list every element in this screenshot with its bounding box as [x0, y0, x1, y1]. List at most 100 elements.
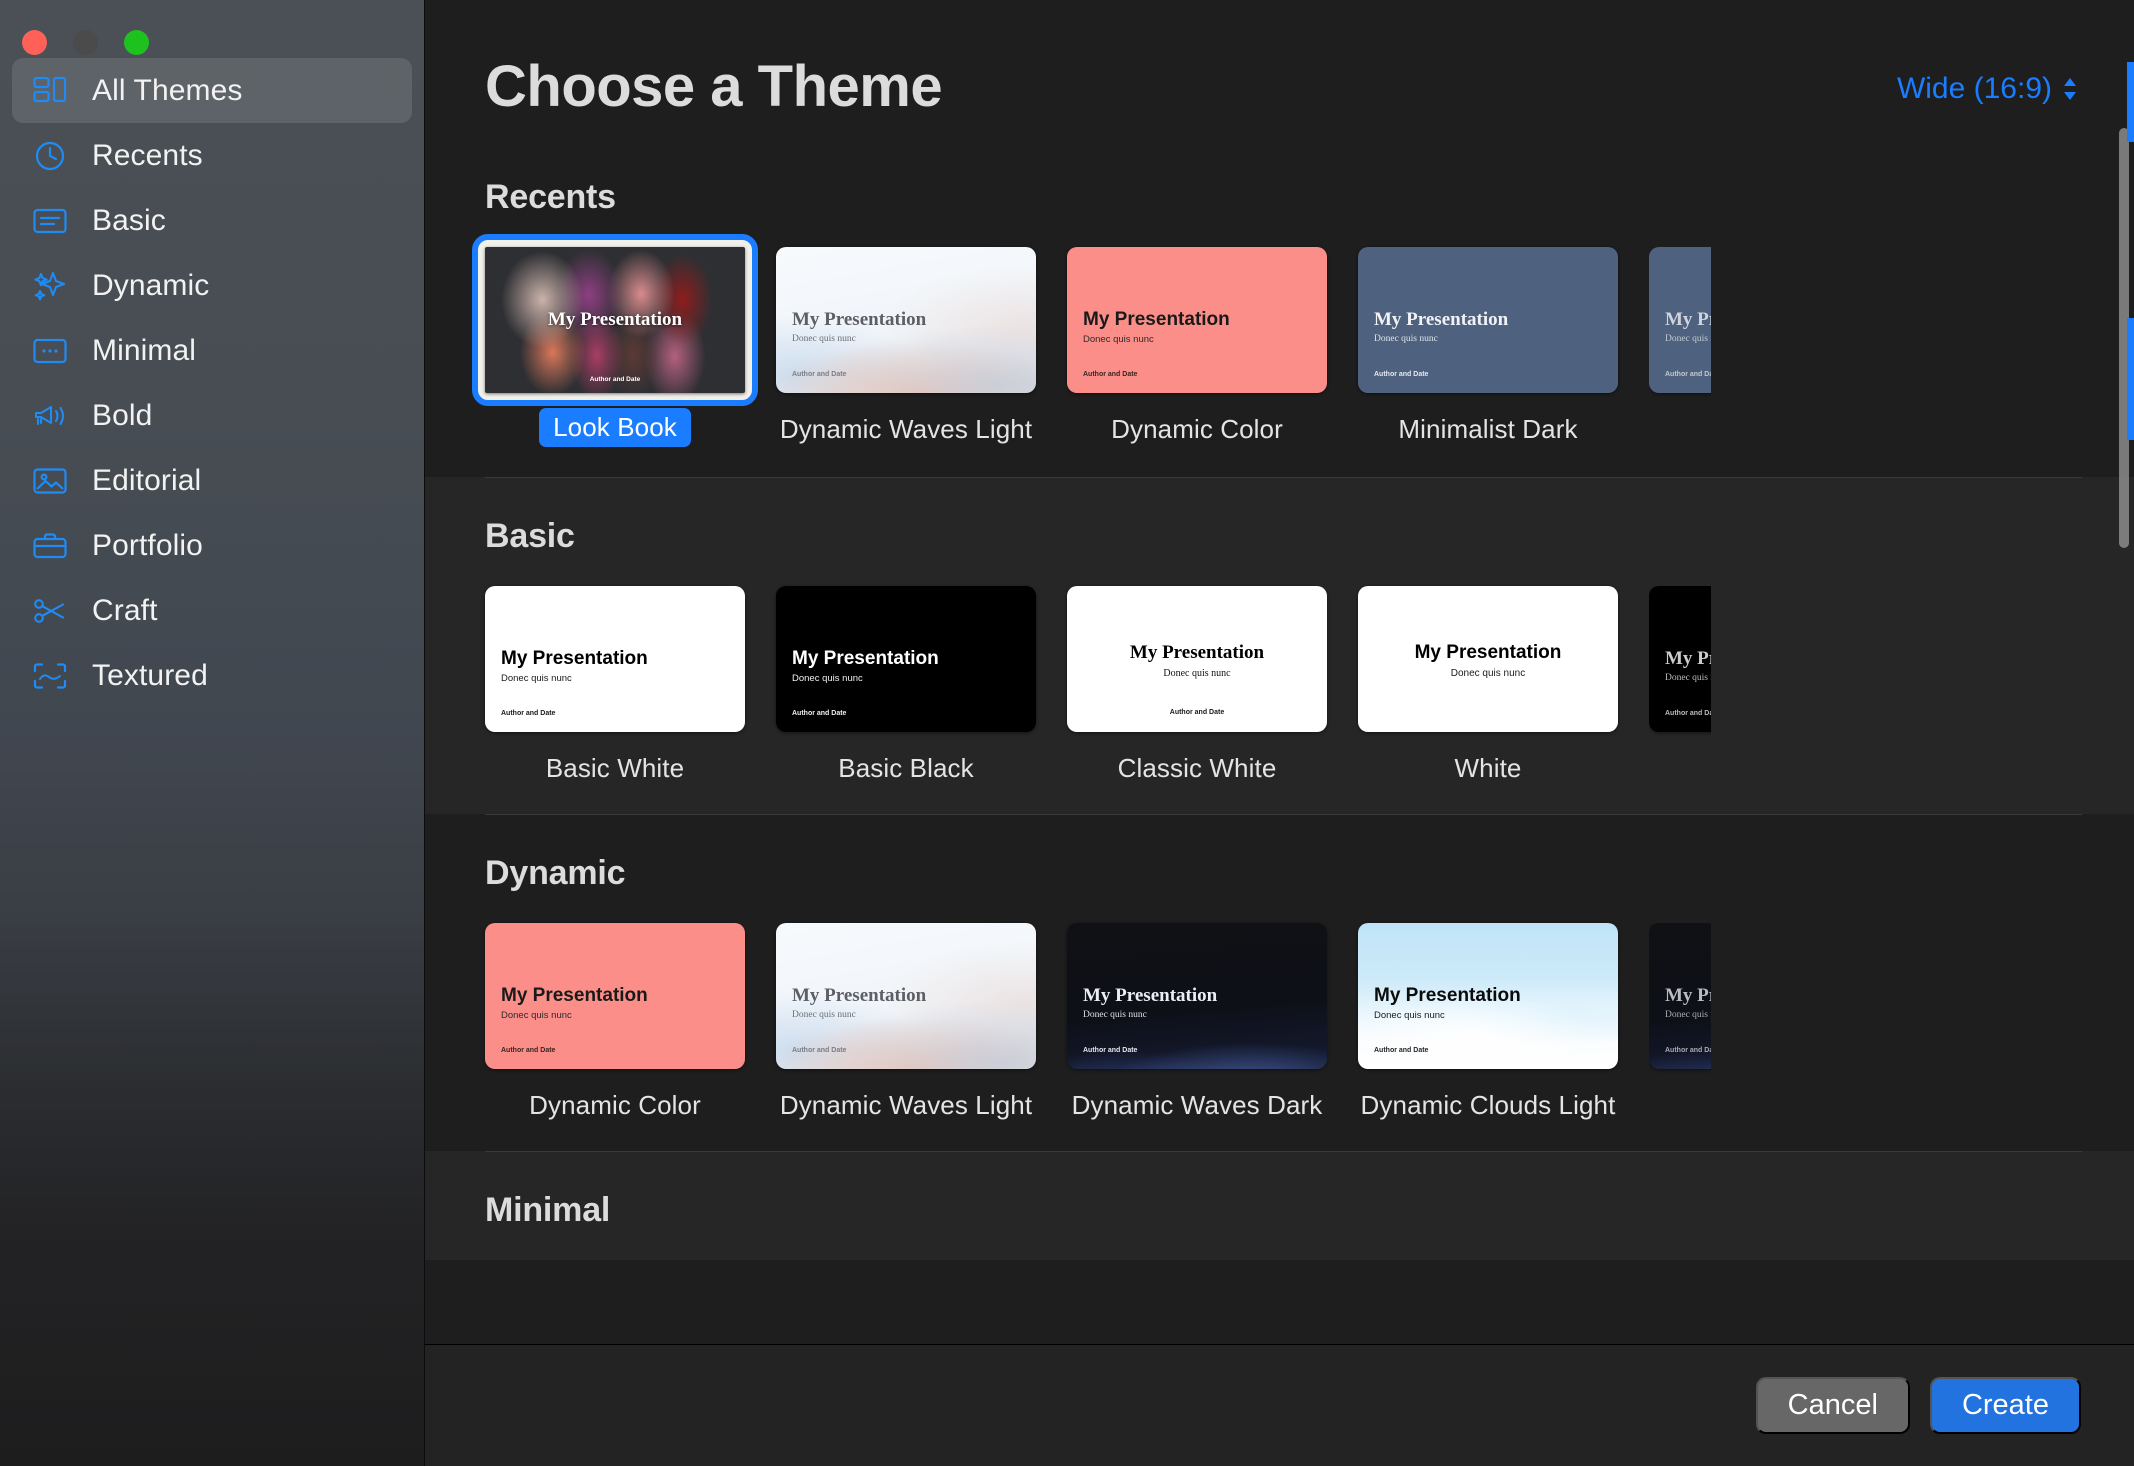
slide-subtitle: Donec quis nunc [1083, 1010, 1147, 1020]
slide-title: My Presentation [1083, 309, 1230, 330]
theme-row: My Presentation Donec quis nunc Author and… [485, 586, 2134, 814]
theme-thumbnail: My Presentation Donec quis nunc Author and… [776, 247, 1036, 393]
theme-tile[interactable]: My Presentation Donec quis nunc Author and… [1067, 247, 1327, 447]
aspect-ratio-select[interactable]: Wide (16:9) [1897, 72, 2079, 106]
theme-thumbnail-wrapper: My Presentation Donec quis nunc [1358, 586, 1618, 732]
theme-thumbnail-wrapper: My Presentation Donec quis nunc Author and… [1067, 586, 1327, 732]
edge-scroll-indicator-bottom[interactable] [2127, 318, 2134, 440]
slide-title: My Presentation [501, 985, 648, 1006]
theme-tile[interactable]: My Presentation Donec quis nunc Author and… [776, 586, 1036, 784]
theme-thumbnail: My Presentation Donec quis nunc Author and… [1649, 247, 1711, 393]
theme-name: Minimalist Dark [1398, 414, 1578, 444]
slide-title: My Presentation [1414, 642, 1562, 664]
slide-author: Author and Date [501, 710, 556, 717]
slide-author: Author and Date [1083, 371, 1138, 378]
theme-thumbnail-wrapper: My Presentation Donec quis nunc Author and… [1649, 247, 1711, 393]
theme-section-recents: Recents My Presentation Author and Date Loo… [425, 138, 2134, 477]
slide-preview: My Presentation Donec quis nunc Author and… [776, 586, 1036, 732]
theme-thumbnail-wrapper: My Presentation Donec quis nunc Author and… [485, 586, 745, 732]
slide-preview: My Presentation Author and Date [485, 247, 745, 393]
minimize-window-button[interactable] [73, 30, 98, 55]
slide-subtitle: Donec quis nunc [1665, 673, 1711, 683]
slide-subtitle: Donec quis nunc [1665, 1010, 1711, 1020]
texture-frame-icon [30, 656, 70, 696]
theme-tile[interactable]: My Presentation Donec quis nunc Author and… [1067, 923, 1327, 1121]
theme-section-basic: Basic My Presentation Donec quis nunc Autho… [425, 477, 2134, 814]
slide-title: My Presentation [1374, 309, 1509, 330]
slide-subtitle: Donec quis nunc [501, 673, 572, 684]
slide-subtitle: Donec quis nunc [792, 1010, 856, 1020]
theme-thumbnail: My Presentation Donec quis nunc Author and… [1067, 247, 1327, 393]
slide-preview: My Presentation Donec quis nunc Author and… [485, 923, 745, 1069]
sidebar-item-label: Portfolio [92, 528, 203, 562]
theme-tile[interactable]: My Presentation Donec quis nunc White [1358, 586, 1618, 784]
theme-tile[interactable]: My Presentation Donec quis nunc Author and… [485, 923, 745, 1121]
theme-name: Dynamic Waves Light [779, 1090, 1033, 1120]
theme-tile[interactable]: My Presentation Author and Date Look Book [472, 234, 758, 447]
theme-tile[interactable]: My Presentation Donec quis nunc Author and… [776, 247, 1036, 447]
sidebar-item-label: Textured [92, 658, 208, 692]
theme-thumbnail: My Presentation Donec quis nunc Author and… [776, 586, 1036, 732]
theme-thumbnail: My Presentation Donec quis nunc Author and… [1649, 586, 1711, 732]
sidebar-item-dynamic[interactable]: Dynamic [12, 253, 412, 318]
zoom-window-button[interactable] [124, 30, 149, 55]
theme-tile[interactable]: My Presentation Donec quis nunc Author and… [1067, 586, 1327, 784]
cancel-button[interactable]: Cancel [1755, 1377, 1910, 1434]
slide-preview: My Presentation Donec quis nunc Author and… [1067, 247, 1327, 393]
slide-subtitle: Donec quis nunc [792, 673, 863, 684]
sidebar-item-minimal[interactable]: Minimal [12, 318, 412, 383]
theme-thumbnail-wrapper: My Presentation Donec quis nunc Author and… [1358, 247, 1618, 393]
slide-preview: My Presentation Donec quis nunc Author and… [1067, 586, 1327, 732]
sidebar-item-label: All Themes [92, 73, 243, 107]
grid-layout-icon [30, 71, 70, 111]
photo-icon [30, 461, 70, 501]
theme-thumbnail-wrapper: My Presentation Author and Date [472, 234, 758, 406]
theme-tile[interactable]: My Presentation Donec quis nunc Author and… [776, 923, 1036, 1121]
slide-subtitle: Donec quis nunc [501, 1010, 572, 1021]
slide-subtitle: Donec quis nunc [1450, 668, 1526, 680]
aspect-ratio-value: Wide (16:9) [1896, 72, 2052, 105]
slide-preview: My Presentation Donec quis nunc Author and… [1649, 586, 1711, 732]
create-button[interactable]: Create [1929, 1377, 2081, 1434]
sidebar-item-label: Craft [92, 593, 158, 627]
theme-tile-partial[interactable]: My Presentation Donec quis nunc Author and… [1649, 923, 1711, 1121]
sidebar-item-basic[interactable]: Basic [12, 188, 412, 253]
theme-thumbnail-wrapper: My Presentation Donec quis nunc Author and… [1067, 247, 1327, 393]
slide-preview: My Presentation Donec quis nunc Author and… [1358, 923, 1618, 1069]
page-title: Choose a Theme [485, 54, 943, 119]
theme-thumbnail-wrapper: My Presentation Donec quis nunc Author and… [1649, 923, 1711, 1069]
slide-title: My Presentation [1665, 985, 1711, 1006]
theme-thumbnail: My Presentation Donec quis nunc Author and… [485, 586, 745, 732]
sidebar-item-recents[interactable]: Recents [12, 123, 412, 188]
theme-thumbnail-wrapper: My Presentation Donec quis nunc Author and… [1067, 923, 1327, 1069]
themes-scroll-area[interactable]: Recents My Presentation Author and Date Loo… [425, 138, 2134, 1344]
footer-toolbar: Cancel Create [425, 1344, 2134, 1466]
close-window-button[interactable] [22, 30, 47, 55]
theme-name: Basic Black [838, 753, 974, 783]
theme-tile-partial[interactable]: My Presentation Donec quis nunc Author and… [1649, 586, 1711, 784]
slide-author: Author and Date [1665, 1047, 1711, 1054]
scissors-icon [30, 591, 70, 631]
slide-subtitle: Donec quis nunc [1665, 334, 1711, 344]
slide-subtitle: Donec quis nunc [1083, 334, 1154, 345]
theme-thumbnail: My Presentation Donec quis nunc Author and… [776, 923, 1036, 1069]
theme-tile[interactable]: My Presentation Donec quis nunc Author and… [485, 586, 745, 784]
theme-tile-partial[interactable]: My Presentation Donec quis nunc Author and… [1649, 247, 1711, 447]
slide-author: Author and Date [1169, 709, 1225, 716]
edge-scroll-indicator-top[interactable] [2127, 62, 2134, 142]
slide-author: Author and Date [1665, 710, 1711, 717]
sidebar-item-editorial[interactable]: Editorial [12, 448, 412, 513]
theme-tile[interactable]: My Presentation Donec quis nunc Author and… [1358, 923, 1618, 1121]
slide-author: Author and Date [792, 710, 847, 717]
sidebar-item-craft[interactable]: Craft [12, 578, 412, 643]
sidebar-item-label: Minimal [92, 333, 197, 367]
section-divider [485, 814, 2082, 815]
megaphone-icon [30, 396, 70, 436]
sidebar-item-all-themes[interactable]: All Themes [12, 58, 412, 123]
sidebar-item-portfolio[interactable]: Portfolio [12, 513, 412, 578]
sidebar-item-textured[interactable]: Textured [12, 643, 412, 708]
theme-thumbnail: My Presentation Author and Date [485, 247, 745, 393]
theme-name: Classic White [1117, 753, 1277, 783]
sidebar-item-bold[interactable]: Bold [12, 383, 412, 448]
theme-tile[interactable]: My Presentation Donec quis nunc Author and… [1358, 247, 1618, 447]
